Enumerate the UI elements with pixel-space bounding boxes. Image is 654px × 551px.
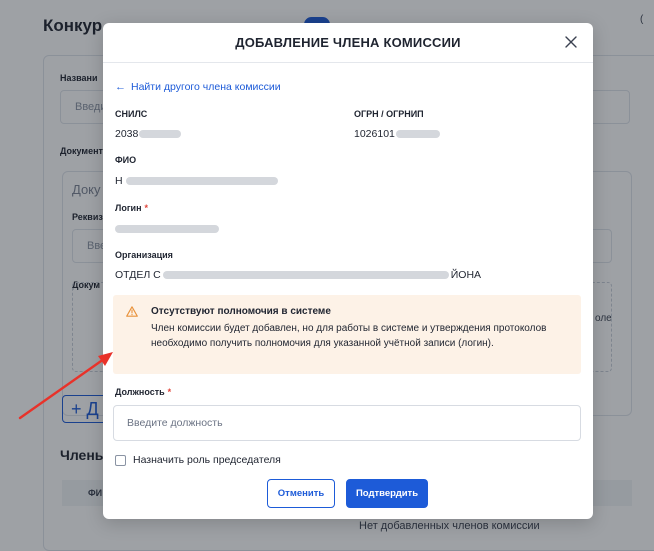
organization-label: Организация xyxy=(115,250,173,260)
chairman-checkbox-row[interactable]: Назначить роль председателя xyxy=(115,454,281,466)
dialog-header: ДОБАВЛЕНИЕ ЧЛЕНА КОМИССИИ xyxy=(103,23,593,63)
login-label: Логин * xyxy=(115,203,149,213)
no-permissions-alert: Отсутствуют полномочия в системе Член ко… xyxy=(113,295,581,374)
dialog-title: ДОБАВЛЕНИЕ ЧЛЕНА КОМИССИИ xyxy=(235,35,461,50)
chairman-checkbox-label: Назначить роль председателя xyxy=(133,454,281,466)
close-icon xyxy=(565,36,577,48)
organization-value: ОТДЕЛ С ЙОНА xyxy=(115,269,482,281)
confirm-button[interactable]: Подтвердить xyxy=(346,479,428,508)
alert-title: Отсутствуют полномочия в системе xyxy=(151,306,331,317)
fio-value: Н xyxy=(115,175,278,187)
warning-triangle-icon xyxy=(126,306,138,317)
find-another-member-link[interactable]: ← Найти другого члена комиссии xyxy=(115,81,281,93)
add-member-dialog: ДОБАВЛЕНИЕ ЧЛЕНА КОМИССИИ ← Найти другог… xyxy=(103,23,593,519)
redacted-login xyxy=(115,225,219,234)
alert-text: Член комиссии будет добавлен, но для раб… xyxy=(151,323,547,349)
position-label: Должность * xyxy=(115,387,172,397)
fio-label: ФИО xyxy=(115,155,137,165)
close-button[interactable] xyxy=(561,32,581,52)
find-another-member-label: Найти другого члена комиссии xyxy=(131,81,281,93)
required-mark: * xyxy=(167,387,172,397)
snils-label: СНИЛС xyxy=(115,109,148,119)
arrow-left-icon: ← xyxy=(115,81,126,93)
ogrn-label: ОГРН / ОГРНИП xyxy=(354,109,424,119)
login-value xyxy=(115,223,219,235)
redacted-snils xyxy=(139,130,182,139)
snils-value: 2038 xyxy=(115,128,182,140)
redacted-ogrn xyxy=(395,130,440,139)
position-input[interactable] xyxy=(113,405,581,441)
cancel-button[interactable]: Отменить xyxy=(267,479,335,508)
chairman-checkbox[interactable] xyxy=(115,454,126,466)
ogrn-value: 1026101 xyxy=(354,128,440,140)
redacted-fio xyxy=(125,177,278,186)
required-mark: * xyxy=(144,203,149,213)
redacted-organization xyxy=(162,271,449,280)
